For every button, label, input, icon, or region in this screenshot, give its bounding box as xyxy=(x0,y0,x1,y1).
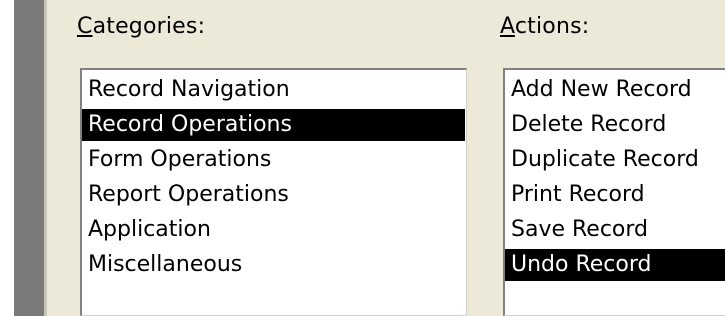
action-item-delete-record[interactable]: Delete Record xyxy=(505,109,725,141)
categories-label-accelerator: C xyxy=(77,14,93,39)
command-button-wizard-panel: Categories: Actions: Record Navigation R… xyxy=(47,0,725,316)
category-item-record-navigation[interactable]: Record Navigation xyxy=(82,74,465,106)
actions-label-accelerator: A xyxy=(500,14,515,39)
category-item-record-operations[interactable]: Record Operations xyxy=(82,109,465,141)
categories-listbox[interactable]: Record Navigation Record Operations Form… xyxy=(80,68,467,316)
actions-label-text: ctions: xyxy=(514,14,590,39)
category-item-report-operations[interactable]: Report Operations xyxy=(82,179,465,211)
category-item-application[interactable]: Application xyxy=(82,214,465,246)
action-item-undo-record[interactable]: Undo Record xyxy=(505,249,725,281)
action-item-print-record[interactable]: Print Record xyxy=(505,179,725,211)
action-item-duplicate-record[interactable]: Duplicate Record xyxy=(505,144,725,176)
category-item-form-operations[interactable]: Form Operations xyxy=(82,144,465,176)
categories-label: Categories: xyxy=(77,14,205,39)
action-item-add-new-record[interactable]: Add New Record xyxy=(505,74,725,106)
action-item-save-record[interactable]: Save Record xyxy=(505,214,725,246)
category-item-miscellaneous[interactable]: Miscellaneous xyxy=(82,249,465,281)
window-frame-bar xyxy=(14,0,44,316)
categories-label-text: ategories: xyxy=(92,14,206,39)
actions-label: Actions: xyxy=(500,14,589,39)
actions-listbox[interactable]: Add New Record Delete Record Duplicate R… xyxy=(503,68,725,316)
